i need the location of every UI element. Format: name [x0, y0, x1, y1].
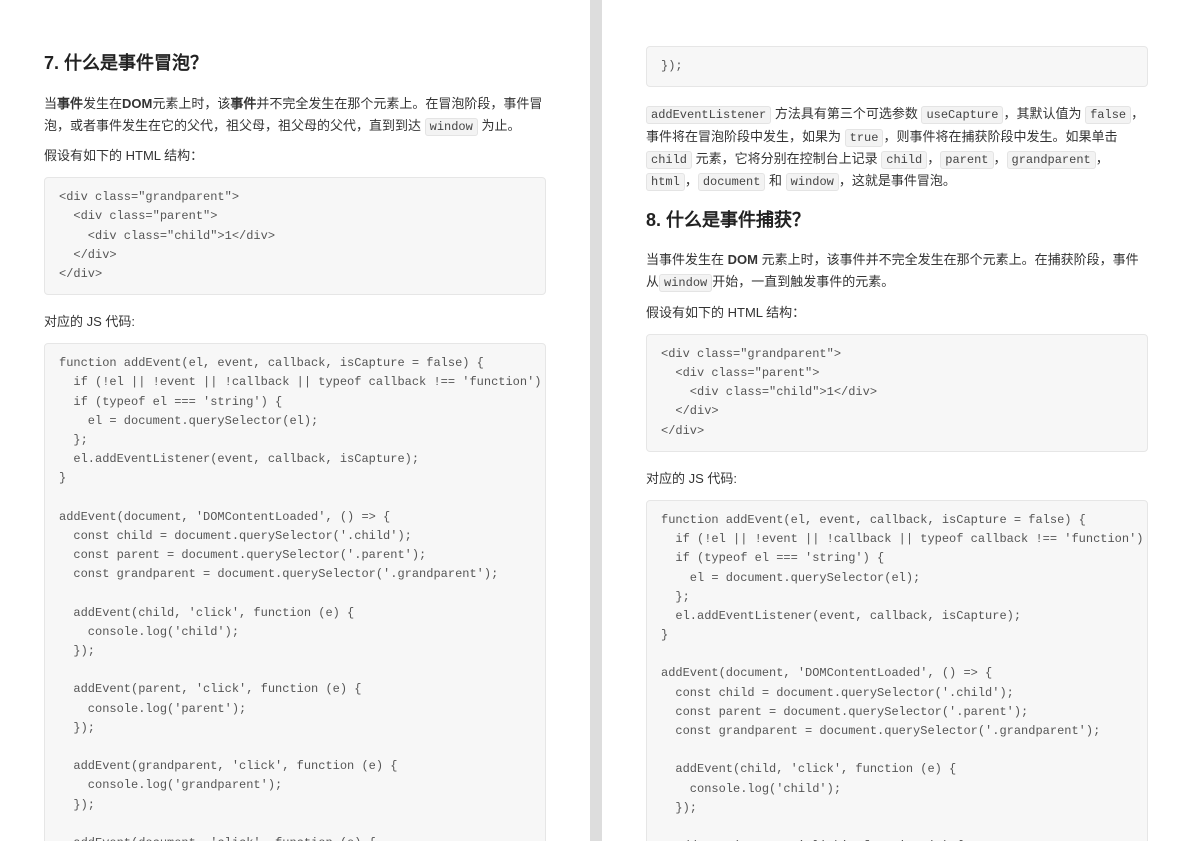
paragraph-7c: 对应的 JS 代码: — [44, 311, 546, 333]
paragraph-addEventListener: addEventListener 方法具有第三个可选参数 useCapture，… — [646, 103, 1148, 193]
inline-code: parent — [940, 151, 993, 169]
inline-code: child — [881, 151, 927, 169]
bold-text: 事件 — [57, 96, 83, 111]
text: 元素上时，该 — [152, 96, 230, 111]
inline-code: document — [698, 173, 766, 191]
inline-code: child — [646, 151, 692, 169]
text: 和 — [765, 173, 785, 188]
inline-code: grandparent — [1007, 151, 1096, 169]
text: ， — [685, 173, 698, 188]
text: 为止。 — [478, 118, 521, 133]
inline-code-window: window — [425, 118, 478, 136]
text: 方法具有第三个可选参数 — [771, 106, 921, 121]
text: ， — [1096, 151, 1109, 166]
inline-code: true — [845, 129, 884, 147]
heading-8: 8. 什么是事件捕获？ — [646, 205, 1148, 236]
paragraph-7a: 当事件发生在DOM元素上时，该事件并不完全发生在那个元素上。在冒泡阶段，事件冒泡… — [44, 93, 546, 137]
text: ，这就是事件冒泡。 — [839, 173, 956, 188]
text: 开始，一直到触发事件的元素。 — [712, 274, 894, 289]
inline-code: window — [659, 274, 712, 292]
inline-code: window — [786, 173, 839, 191]
paragraph-7b: 假设有如下的 HTML 结构： — [44, 145, 546, 167]
text: 发生在 — [83, 96, 122, 111]
codeblock-html-8: <div class="grandparent"> <div class="pa… — [646, 334, 1148, 452]
page-left: 7. 什么是事件冒泡？ 当事件发生在DOM元素上时，该事件并不完全发生在那个元素… — [0, 0, 590, 841]
paragraph-8b: 假设有如下的 HTML 结构： — [646, 302, 1148, 324]
text: ， — [927, 151, 940, 166]
inline-code: false — [1085, 106, 1131, 124]
text: ，则事件将在捕获阶段中发生。如果单击 — [883, 129, 1117, 144]
bold-text: DOM — [122, 96, 152, 111]
paragraph-8a: 当事件发生在 DOM 元素上时，该事件并不完全发生在那个元素上。在捕获阶段，事件… — [646, 249, 1148, 293]
bold-text: DOM — [728, 252, 758, 267]
inline-code: addEventListener — [646, 106, 771, 124]
codeblock-js-7: function addEvent(el, event, callback, i… — [44, 343, 546, 841]
paragraph-8c: 对应的 JS 代码: — [646, 468, 1148, 490]
codeblock-tail: }); — [646, 46, 1148, 87]
heading-7: 7. 什么是事件冒泡？ — [44, 48, 546, 79]
bold-text: 事件 — [230, 96, 256, 111]
codeblock-js-8: function addEvent(el, event, callback, i… — [646, 500, 1148, 841]
text: ， — [994, 151, 1007, 166]
inline-code: html — [646, 173, 685, 191]
text: 当 — [44, 96, 57, 111]
page-right: }); addEventListener 方法具有第三个可选参数 useCapt… — [602, 0, 1192, 841]
text: 元素，它将分别在控制台上记录 — [692, 151, 881, 166]
document-spread: 7. 什么是事件冒泡？ 当事件发生在DOM元素上时，该事件并不完全发生在那个元素… — [0, 0, 1192, 841]
text: ，其默认值为 — [1003, 106, 1085, 121]
inline-code: useCapture — [921, 106, 1003, 124]
text: 当事件发生在 — [646, 252, 728, 267]
codeblock-html-7: <div class="grandparent"> <div class="pa… — [44, 177, 546, 295]
